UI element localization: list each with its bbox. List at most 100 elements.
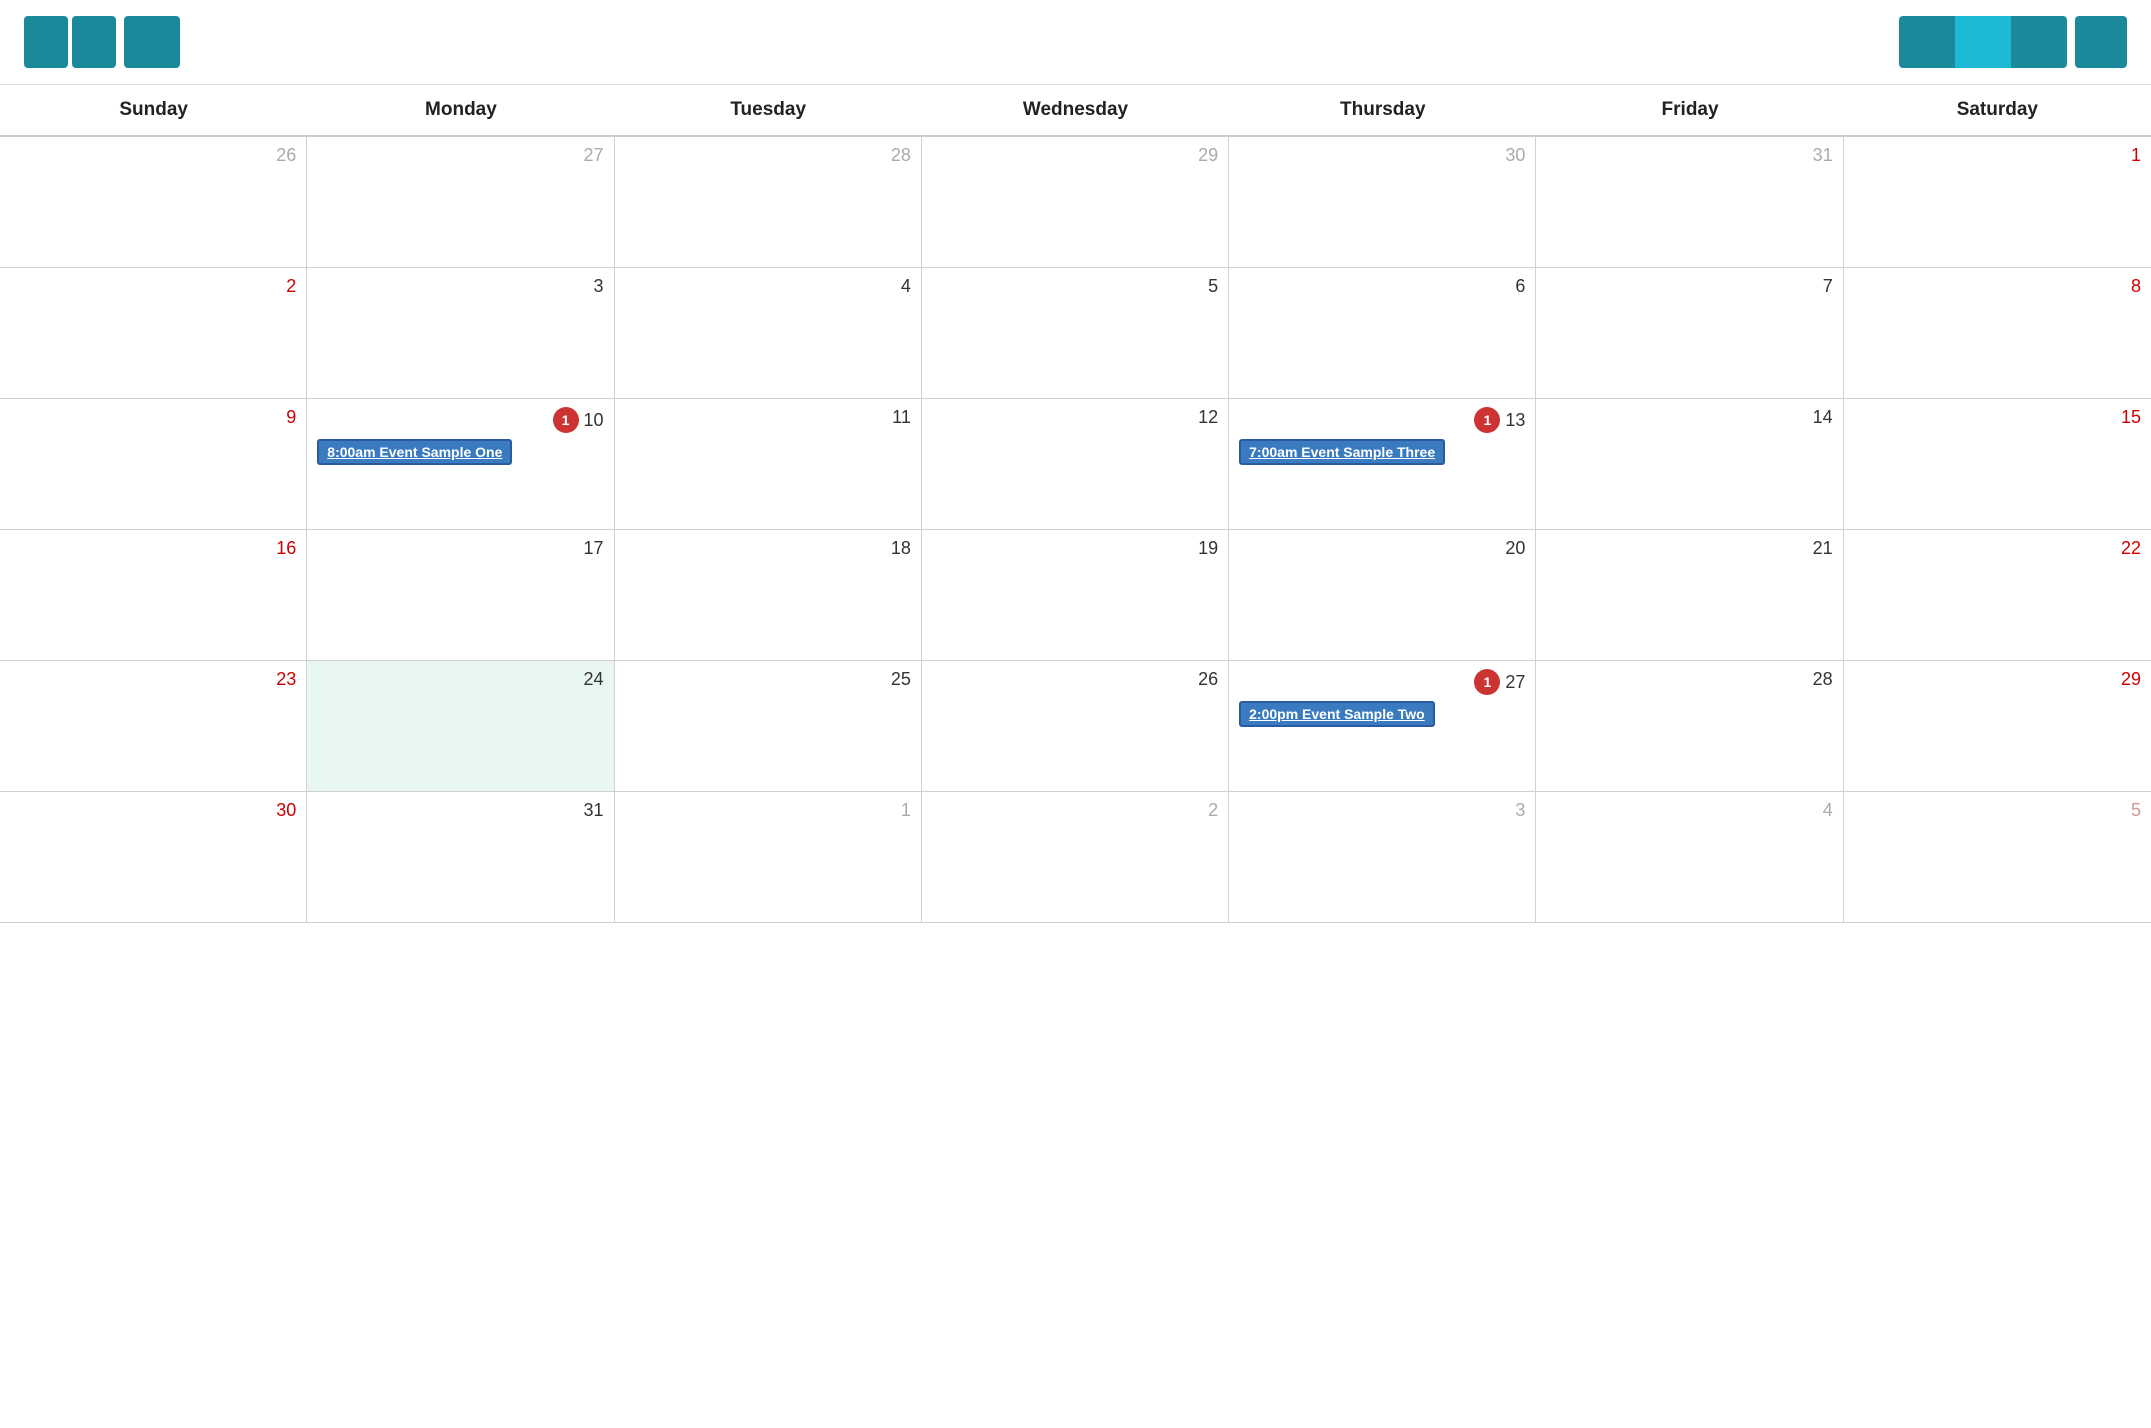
day-number-wrap: 23: [10, 669, 296, 690]
day-number-wrap: 4: [625, 276, 911, 297]
day-number-wrap: 8: [1854, 276, 2141, 297]
day-cell[interactable]: 8: [1844, 268, 2151, 398]
day-number: 23: [276, 669, 296, 690]
day-number-wrap: 7: [1546, 276, 1832, 297]
day-cell[interactable]: 4: [615, 268, 922, 398]
view-switcher: [1899, 16, 2127, 68]
event-pill[interactable]: 8:00am Event Sample One: [317, 439, 512, 465]
day-cell[interactable]: 21: [1536, 530, 1843, 660]
day-cell[interactable]: 20: [1229, 530, 1536, 660]
day-cell[interactable]: 29: [1844, 661, 2151, 791]
day-number: 31: [1813, 145, 1833, 166]
day-number: 6: [1515, 276, 1525, 297]
next-button[interactable]: [72, 16, 116, 68]
day-cell[interactable]: 5: [922, 268, 1229, 398]
event-badge: 1: [553, 407, 579, 433]
day-cell[interactable]: 28: [1536, 661, 1843, 791]
day-number: 14: [1813, 407, 1833, 428]
day-cell[interactable]: 23: [0, 661, 307, 791]
day-cell[interactable]: 3: [1229, 792, 1536, 922]
day-cell[interactable]: 19: [922, 530, 1229, 660]
day-cell[interactable]: 28: [615, 137, 922, 267]
day-number: 29: [1198, 145, 1218, 166]
day-cell[interactable]: 31: [1536, 137, 1843, 267]
day-number: 30: [1505, 145, 1525, 166]
week-row: 16171819202122: [0, 530, 2151, 661]
day-cell[interactable]: 16: [0, 530, 307, 660]
day-cell[interactable]: 2: [0, 268, 307, 398]
day-number: 12: [1198, 407, 1218, 428]
day-cell[interactable]: 1: [615, 792, 922, 922]
day-number-wrap: 14: [1546, 407, 1832, 428]
day-cell[interactable]: 12: [922, 399, 1229, 529]
day-cell[interactable]: 17: [307, 530, 614, 660]
day-header: Thursday: [1229, 85, 1536, 135]
day-header: Monday: [307, 85, 614, 135]
day-cell[interactable]: 7: [1536, 268, 1843, 398]
day-number: 7: [1823, 276, 1833, 297]
day-cell[interactable]: 27: [307, 137, 614, 267]
day-number: 25: [891, 669, 911, 690]
day-number: 27: [1505, 672, 1525, 693]
day-cell[interactable]: 26: [922, 661, 1229, 791]
day-number: 19: [1198, 538, 1218, 559]
day-number: 10: [584, 410, 604, 431]
day-cell[interactable]: 1137:00am Event Sample Three: [1229, 399, 1536, 529]
day-number: 13: [1505, 410, 1525, 431]
day-cell[interactable]: 9: [0, 399, 307, 529]
day-cell[interactable]: 30: [0, 792, 307, 922]
day-number: 5: [1208, 276, 1218, 297]
day-cell[interactable]: 15: [1844, 399, 2151, 529]
day-cell[interactable]: 1: [1844, 137, 2151, 267]
day-number: 3: [594, 276, 604, 297]
month-view-button[interactable]: [1955, 16, 2011, 68]
day-cell[interactable]: 26: [0, 137, 307, 267]
download-button[interactable]: [2075, 16, 2127, 68]
day-number-wrap: 12: [932, 407, 1218, 428]
day-number-wrap: 127: [1239, 669, 1525, 695]
day-number: 3: [1515, 800, 1525, 821]
nav-left: [24, 16, 180, 68]
weeks: 2627282930311234567891108:00am Event Sam…: [0, 137, 2151, 923]
day-cell[interactable]: 5: [1844, 792, 2151, 922]
day-number-wrap: 28: [1546, 669, 1832, 690]
day-number-wrap: 1: [625, 800, 911, 821]
day-number-wrap: 9: [10, 407, 296, 428]
day-number: 1: [2131, 145, 2141, 166]
day-number: 30: [276, 800, 296, 821]
day-cell[interactable]: 18: [615, 530, 922, 660]
day-number-wrap: 22: [1854, 538, 2141, 559]
day-cell[interactable]: 127 2:00pm Event Sample Two: [1229, 661, 1536, 791]
day-cell[interactable]: 110 8:00am Event Sample One: [307, 399, 614, 529]
day-number-wrap: 28: [625, 145, 911, 166]
day-cell[interactable]: 4: [1536, 792, 1843, 922]
day-number-wrap: 30: [10, 800, 296, 821]
day-number: 28: [1813, 669, 1833, 690]
day-cell[interactable]: 6: [1229, 268, 1536, 398]
day-cell[interactable]: 14: [1536, 399, 1843, 529]
day-number: 1: [901, 800, 911, 821]
day-cell[interactable]: 30: [1229, 137, 1536, 267]
calendar-grid: SundayMondayTuesdayWednesdayThursdayFrid…: [0, 85, 2151, 923]
day-cell[interactable]: 2: [922, 792, 1229, 922]
day-header: Wednesday: [922, 85, 1229, 135]
day-cell[interactable]: 22: [1844, 530, 2151, 660]
day-number-wrap: 26: [932, 669, 1218, 690]
day-cell[interactable]: 24: [307, 661, 614, 791]
event-pill[interactable]: 7:00am Event Sample Three: [1239, 439, 1445, 465]
day-cell[interactable]: 29: [922, 137, 1229, 267]
day-header: Tuesday: [615, 85, 922, 135]
top-bar: [0, 0, 2151, 85]
year-view-button[interactable]: [1899, 16, 1955, 68]
week-view-button[interactable]: [2011, 16, 2067, 68]
day-cell[interactable]: 11: [615, 399, 922, 529]
today-button[interactable]: [124, 16, 180, 68]
day-number: 4: [901, 276, 911, 297]
event-pill[interactable]: 2:00pm Event Sample Two: [1239, 701, 1435, 727]
prev-button[interactable]: [24, 16, 68, 68]
day-cell[interactable]: 3: [307, 268, 614, 398]
day-cell[interactable]: 25: [615, 661, 922, 791]
day-number-wrap: 18: [625, 538, 911, 559]
day-cell[interactable]: 31: [307, 792, 614, 922]
day-number-wrap: 24: [317, 669, 603, 690]
